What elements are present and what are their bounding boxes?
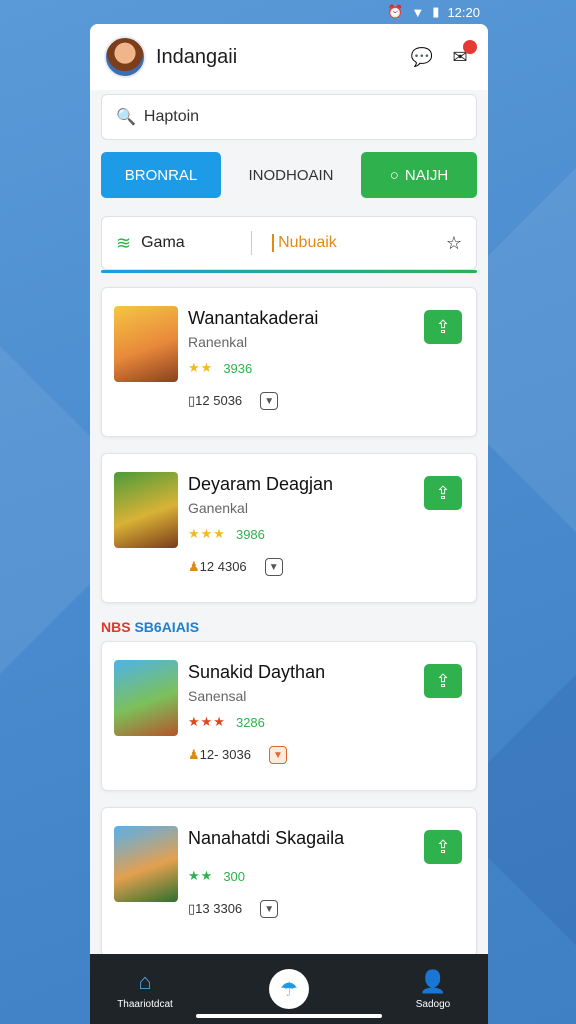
game-thumbnail — [114, 472, 178, 548]
download-icon: ⇪ — [435, 670, 451, 691]
filter-label-new[interactable]: Nubuaik — [272, 234, 436, 252]
avatar[interactable] — [104, 36, 146, 78]
game-thumbnail — [114, 826, 178, 902]
game-meta: ▯12 5036 ▼ — [188, 392, 279, 410]
umbrella-icon: ☂ — [280, 978, 298, 1001]
game-card[interactable]: Sunakid Daythan Sanensal ★★★ 3286 ♟12- 3… — [101, 641, 477, 791]
app-screen: Indangaii 💬 ✉ 🔍 BRONRAL INODHOAIN ○ NAIJ… — [90, 24, 488, 1024]
game-size: ♟12- 3036 — [188, 747, 251, 762]
game-subtitle: Ganenkal — [188, 500, 248, 516]
green-action-label: NAIJH — [404, 166, 449, 184]
section-heading-part1: NBS — [101, 619, 131, 635]
chevron-down-icon[interactable]: ▼ — [264, 558, 283, 576]
filter-underline — [101, 270, 477, 273]
status-bar: ⏰ ▼ ▮ 12:20 — [90, 0, 488, 24]
game-rating: ★★★ 3986 — [188, 526, 265, 542]
rating-stars: ★★ — [188, 360, 214, 375]
status-time: 12:20 — [447, 4, 480, 20]
download-button[interactable]: ⇪ — [424, 476, 462, 510]
download-button[interactable]: ⇪ — [424, 664, 462, 698]
secondary-tab-button[interactable]: INODHOAIN — [233, 152, 349, 198]
section-heading-part2: SB6AIAIS — [134, 619, 200, 635]
game-title: Sunakid Daythan — [188, 662, 326, 682]
chevron-down-icon[interactable]: ▼ — [268, 746, 287, 764]
game-subtitle: Sanensal — [188, 688, 247, 704]
game-subtitle: Ranenkal — [188, 334, 248, 350]
game-card[interactable]: Wanantakaderai Ranenkal ★★ 3936 ▯12 5036… — [101, 287, 477, 437]
chevron-down-icon[interactable]: ▼ — [260, 900, 279, 918]
primary-tab-button[interactable]: BRONRAL — [101, 152, 221, 198]
home-indicator — [196, 1014, 382, 1018]
home-icon: ⌂ — [138, 968, 152, 994]
game-title: Deyaram Deagjan — [188, 474, 334, 494]
person-icon: ♟ — [188, 747, 200, 762]
rating-value: 3286 — [235, 714, 265, 730]
download-icon: ⇪ — [435, 482, 451, 503]
download-icon: ⇪ — [435, 316, 451, 337]
section-heading: NBS SB6AIAIS — [101, 619, 477, 635]
rating-value: 3986 — [235, 526, 265, 542]
bottom-navigation: ⌂ Thaariotdcat ☂ 👤 Sadogo — [90, 954, 488, 1024]
nav-home[interactable]: ⌂ Thaariotdcat — [110, 969, 180, 1010]
game-rating: ★★ 3936 — [188, 360, 252, 376]
center-action-button[interactable]: ☂ — [269, 969, 309, 1009]
game-meta: ♟12- 3036 ▼ — [188, 746, 287, 764]
user-icon: 👤 — [419, 968, 447, 994]
rating-stars: ★★★ — [188, 526, 226, 541]
alarm-icon: ⏰ — [387, 4, 404, 19]
game-size: ▯12 5036 — [188, 393, 243, 408]
filter-bar: ≋ Gama Nubuaik ☆ — [101, 216, 477, 270]
game-rating: ★★★ 3286 — [188, 714, 265, 730]
rating-stars: ★★ — [188, 868, 214, 883]
filter-label-game[interactable]: Gama — [141, 234, 241, 252]
notification-badge — [463, 40, 477, 54]
inbox-icon[interactable]: ✉ — [446, 40, 477, 71]
chat-icon[interactable]: 💬 — [408, 43, 436, 71]
game-title: Nanahatdi Skagaila — [188, 828, 345, 848]
nav-profile-label: Sadogo — [415, 998, 451, 1010]
game-list: Wanantakaderai Ranenkal ★★ 3936 ▯12 5036… — [90, 287, 488, 957]
game-card[interactable]: Deyaram Deagjan Ganenkal ★★★ 3986 ♟12 43… — [101, 453, 477, 603]
battery-icon: ▮ — [432, 4, 440, 19]
game-meta: ♟12 4306 ▼ — [188, 558, 283, 576]
app-title: Indangaii — [156, 45, 238, 68]
circle-icon: ○ — [389, 166, 399, 184]
wifi-icon: ▼ — [411, 4, 425, 20]
chevron-down-icon[interactable]: ▼ — [260, 392, 279, 410]
nav-home-label: Thaariotdcat — [117, 998, 173, 1010]
game-thumbnail — [114, 660, 178, 736]
rating-stars: ★★★ — [188, 714, 226, 729]
game-size: ♟12 4306 — [188, 559, 247, 574]
download-button[interactable]: ⇪ — [424, 310, 462, 344]
game-rating: ★★ 300 — [188, 868, 245, 884]
download-icon: ⇪ — [435, 836, 451, 857]
person-icon: ♟ — [188, 559, 200, 574]
rating-value: 300 — [223, 868, 246, 884]
search-bar[interactable]: 🔍 — [101, 94, 477, 140]
game-title: Wanantakaderai — [188, 308, 319, 328]
game-thumbnail — [114, 306, 178, 382]
wifi-signal-icon: ≋ — [116, 232, 132, 253]
action-buttons: BRONRAL INODHOAIN ○ NAIJH — [101, 152, 477, 198]
game-card[interactable]: Nanahatdi Skagaila ★★ 300 ▯13 3306 ▼ ⇪ — [101, 807, 477, 957]
app-header: Indangaii 💬 ✉ — [90, 24, 488, 90]
nav-profile[interactable]: 👤 Sadogo — [398, 969, 468, 1010]
game-size: ▯13 3306 — [188, 901, 243, 916]
search-icon: 🔍 — [116, 109, 136, 126]
search-input[interactable] — [143, 108, 444, 126]
green-action-button[interactable]: ○ NAIJH — [361, 152, 477, 198]
rating-value: 3936 — [223, 360, 253, 376]
divider — [251, 231, 253, 255]
star-icon[interactable]: ☆ — [446, 233, 462, 254]
download-button[interactable]: ⇪ — [424, 830, 462, 864]
game-meta: ▯13 3306 ▼ — [188, 900, 279, 918]
